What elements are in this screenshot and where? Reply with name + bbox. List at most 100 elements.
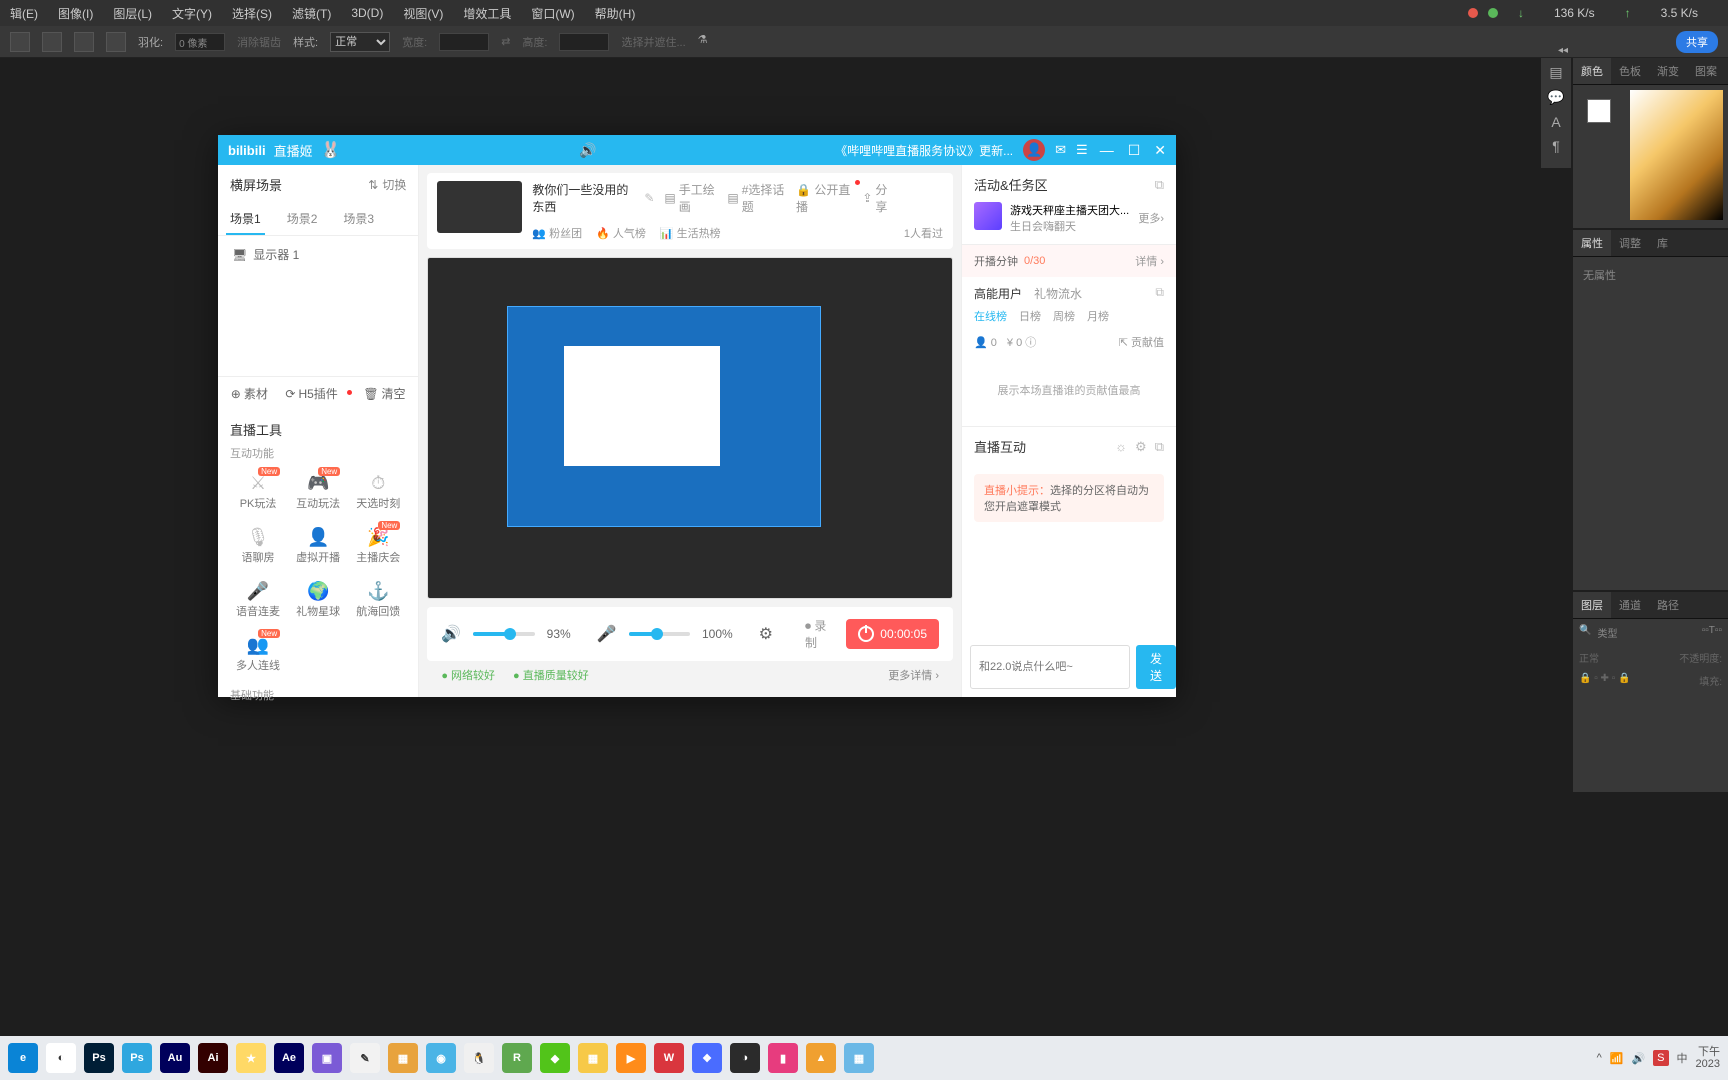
tool-多人连线[interactable]: New👥多人连线 <box>230 629 286 677</box>
tool-语聊房[interactable]: 🎙语聊房 <box>230 521 286 569</box>
foreground-swatch[interactable] <box>1587 99 1611 123</box>
popularity-link[interactable]: 🔥 人气榜 <box>596 225 646 241</box>
switch-layout-button[interactable]: ⇅切换 <box>368 176 406 193</box>
energy-popout-icon[interactable]: ⧉ <box>1155 285 1164 302</box>
tab-gradients[interactable]: 渐变 <box>1649 58 1687 84</box>
menu-type[interactable]: 文字(Y) <box>162 5 222 22</box>
feather-input[interactable]: 0 像素 <box>175 33 225 51</box>
height-input[interactable] <box>559 33 609 51</box>
clear-button[interactable]: 🗑 清空 <box>363 385 405 402</box>
contribution-link[interactable]: ⇱ 贡献值 <box>1119 334 1164 350</box>
activity-more-link[interactable]: 更多› <box>1138 210 1164 226</box>
lang-indicator[interactable]: 中 <box>1677 1050 1688 1066</box>
send-button[interactable]: 发送 <box>1136 645 1176 689</box>
traffic-red-icon[interactable] <box>1468 8 1478 18</box>
taskbar-app[interactable]: ▲ <box>806 1043 836 1073</box>
color-picker[interactable] <box>1630 90 1723 220</box>
menu-window[interactable]: 窗口(W) <box>521 5 584 22</box>
taskbar-app[interactable]: ◐ <box>46 1043 76 1073</box>
tray-volume-icon[interactable]: 🔊 <box>1631 1052 1645 1065</box>
taskbar-app[interactable]: Ps <box>84 1043 114 1073</box>
mail-icon[interactable]: ✉ <box>1055 142 1066 158</box>
menu-plugins[interactable]: 增效工具 <box>453 5 521 22</box>
chat-settings-icon[interactable]: ⚙ <box>1135 439 1147 455</box>
mixer-icon[interactable]: ⚙ <box>759 624 773 644</box>
minimize-icon[interactable]: — <box>1100 142 1114 159</box>
taskbar-app[interactable]: ◑ <box>730 1043 760 1073</box>
subtract-selection-icon[interactable] <box>74 32 94 52</box>
taskbar-app[interactable]: Au <box>160 1043 190 1073</box>
clock-time[interactable]: 下午 <box>1696 1046 1720 1058</box>
taskbar-app[interactable]: 🐧 <box>464 1043 494 1073</box>
menu-view[interactable]: 视图(V) <box>393 5 453 22</box>
share-button[interactable]: 共享 <box>1676 31 1718 53</box>
add-selection-icon[interactable] <box>42 32 62 52</box>
select-mask-button[interactable]: 选择并遮住... <box>621 34 685 50</box>
marquee-tool-icon[interactable] <box>10 32 30 52</box>
scene-tab-1[interactable]: 场景1 <box>226 204 265 235</box>
category-tag[interactable]: ▤ 手工绘画 <box>664 181 717 215</box>
rank-monthly[interactable]: 月榜 <box>1087 308 1109 324</box>
menu-3d[interactable]: 3D(D) <box>341 6 393 20</box>
speaker-slider[interactable] <box>473 632 534 636</box>
traffic-green-icon[interactable] <box>1488 8 1498 18</box>
antialias-checkbox[interactable]: 消除锯齿 <box>237 34 281 50</box>
bilibili-titlebar[interactable]: bilibili 直播姬 🐰 🔊 《哔哩哔哩直播服务协议》更新... 👤 ✉ ☰… <box>218 135 1176 165</box>
chat-input[interactable] <box>970 645 1130 689</box>
tab-patterns[interactable]: 图案 <box>1687 58 1725 84</box>
taskbar-app[interactable]: ✎ <box>350 1043 380 1073</box>
gift-flow-tab[interactable]: 礼物流水 <box>1034 285 1082 302</box>
menu-edit[interactable]: 辑(E) <box>0 5 48 22</box>
tool-天选时刻[interactable]: ⏱天选时刻 <box>350 467 406 515</box>
menu-help[interactable]: 帮助(H) <box>585 5 646 22</box>
tab-swatches[interactable]: 色板 <box>1611 58 1649 84</box>
taskbar-app[interactable]: ▦ <box>844 1043 874 1073</box>
tab-paths[interactable]: 路径 <box>1649 592 1687 618</box>
type-icon[interactable]: A <box>1551 114 1560 130</box>
menu-filter[interactable]: 滤镜(T) <box>282 5 341 22</box>
tool-虚拟开播[interactable]: 👤虚拟开播 <box>290 521 346 569</box>
blend-mode[interactable]: 正常 <box>1579 650 1599 665</box>
taskbar-app[interactable]: R <box>502 1043 532 1073</box>
announcement-text[interactable]: 《哔哩哔哩直播服务协议》更新... <box>835 142 1013 159</box>
h5-plugin-button[interactable]: ⟳ H5插件 <box>285 385 345 402</box>
tab-libraries[interactable]: 库 <box>1649 230 1676 256</box>
visibility-tag[interactable]: 🔒 公开直播 <box>796 181 852 215</box>
tray-network-icon[interactable]: 📶 <box>1610 1052 1624 1065</box>
record-button[interactable]: ⏺ 录制 <box>805 617 834 651</box>
rank-weekly[interactable]: 周榜 <box>1053 308 1075 324</box>
tray-up-icon[interactable]: ^ <box>1597 1052 1602 1064</box>
user-avatar[interactable]: 👤 <box>1023 139 1045 161</box>
taskbar-app[interactable]: Ae <box>274 1043 304 1073</box>
announcement-icon[interactable]: 🔊 <box>579 142 596 159</box>
tool-互动玩法[interactable]: New🎮互动玩法 <box>290 467 346 515</box>
tool-礼物星球[interactable]: 🌍礼物星球 <box>290 575 346 623</box>
taskbar-app[interactable]: ▦ <box>578 1043 608 1073</box>
taskbar-app[interactable]: ▶ <box>616 1043 646 1073</box>
taskbar-app[interactable]: ★ <box>236 1043 266 1073</box>
taskbar-app[interactable]: ▦ <box>388 1043 418 1073</box>
ime-indicator[interactable]: S <box>1653 1050 1668 1066</box>
life-rank-link[interactable]: 📊 生活热榜 <box>660 225 721 241</box>
stop-stream-button[interactable]: 00:00:05 <box>846 619 939 649</box>
tool-PK玩法[interactable]: New⚔PK玩法 <box>230 467 286 515</box>
taskbar-app[interactable]: ◆ <box>540 1043 570 1073</box>
taskbar-app[interactable]: ▮ <box>768 1043 798 1073</box>
fans-link[interactable]: 👥 粉丝团 <box>532 225 582 241</box>
paragraph-icon[interactable]: ¶ <box>1552 138 1560 154</box>
menu-layer[interactable]: 图层(L) <box>103 5 162 22</box>
tab-color[interactable]: 颜色 <box>1573 58 1611 84</box>
mic-icon[interactable]: 🎤 <box>597 624 617 644</box>
activity-name[interactable]: 游戏天秤座主播天团大... <box>1010 202 1130 218</box>
panel-icon[interactable]: ▤ <box>1549 64 1562 81</box>
tab-properties[interactable]: 属性 <box>1573 230 1611 256</box>
tab-layers[interactable]: 图层 <box>1573 592 1611 618</box>
taskbar-app[interactable]: Ps <box>122 1043 152 1073</box>
taskbar-app[interactable]: W <box>654 1043 684 1073</box>
tab-channels[interactable]: 通道 <box>1611 592 1649 618</box>
share-link[interactable]: ⇪ 分享 <box>862 181 894 215</box>
chat-filter-icon[interactable]: ☼ <box>1115 439 1127 455</box>
mic-slider[interactable] <box>629 632 690 636</box>
beaker-icon[interactable]: ⚗ <box>698 33 716 51</box>
scene-tab-3[interactable]: 场景3 <box>339 204 378 235</box>
